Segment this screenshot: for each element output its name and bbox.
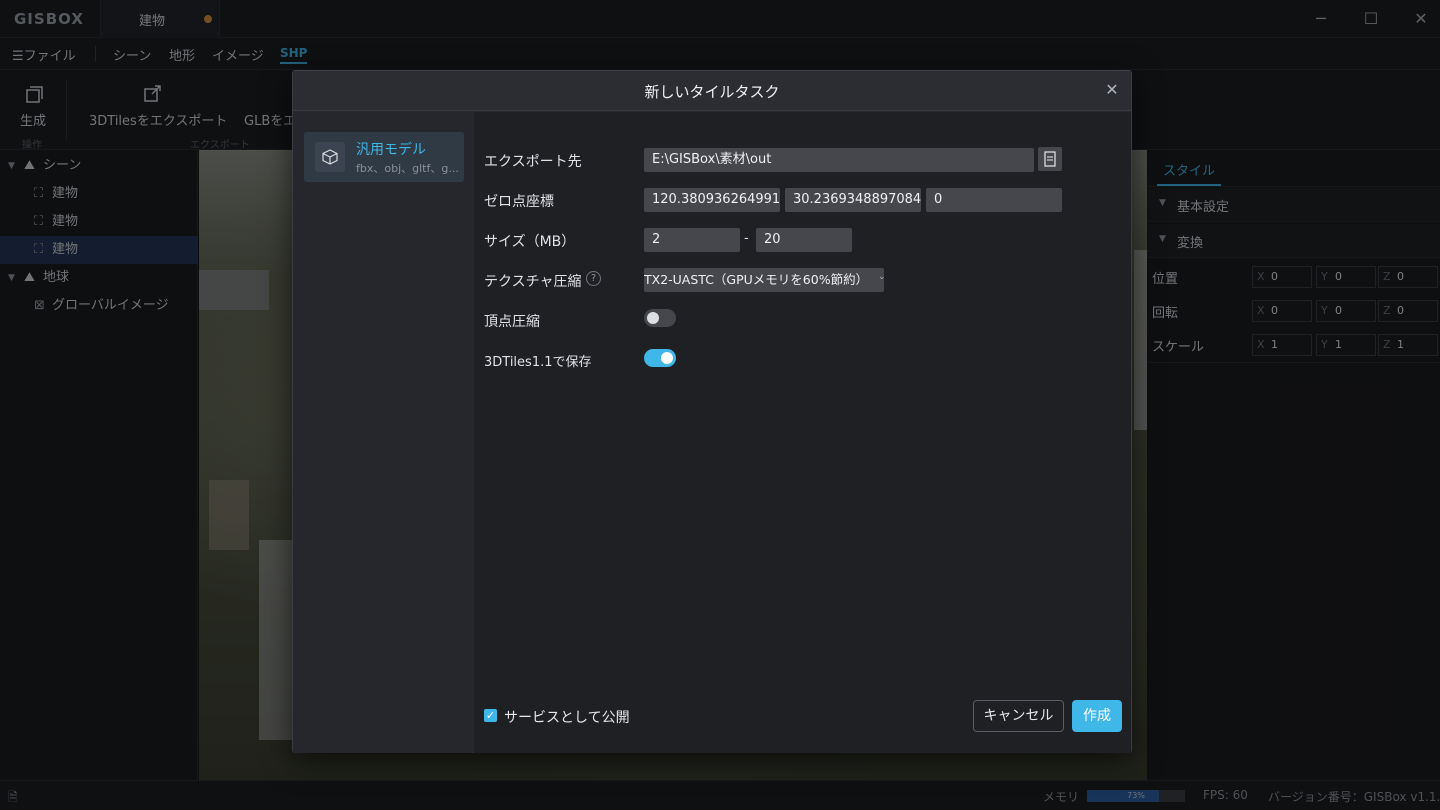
publish-service-checkbox[interactable]: ✓ bbox=[484, 709, 497, 722]
generic-model-option[interactable]: 汎用モデル fbx、obj、gltf、g... bbox=[304, 132, 464, 182]
new-tile-task-dialog: 新しいタイルタスク ✕ 汎用モデル fbx、obj、gltf、g... エクスポ… bbox=[292, 70, 1132, 753]
size-label: サイズ（MB） bbox=[484, 234, 576, 250]
save-3dtiles11-label: 3DTiles1.1で保存 bbox=[484, 355, 592, 370]
model-type-sidebar: 汎用モデル fbx、obj、gltf、g... bbox=[293, 112, 473, 753]
vertex-compression-toggle[interactable] bbox=[644, 309, 676, 327]
dialog-title: 新しいタイルタスク bbox=[644, 83, 780, 101]
save-3dtiles11-toggle[interactable] bbox=[644, 349, 676, 367]
vertex-compression-label: 頂点圧縮 bbox=[484, 314, 540, 330]
export-path-input[interactable]: E:\GISBox\素材\out bbox=[644, 148, 1034, 172]
dialog-close-button[interactable]: ✕ bbox=[1101, 79, 1123, 101]
create-button[interactable]: 作成 bbox=[1072, 700, 1122, 732]
cube-icon bbox=[315, 142, 345, 172]
toggle-knob bbox=[661, 352, 673, 364]
zero-point-z-input[interactable]: 0 bbox=[926, 188, 1062, 212]
texture-compression-select[interactable]: TX2-UASTC（GPUメモリを60%節約） bbox=[644, 268, 884, 292]
zero-point-label: ゼロ点座標 bbox=[484, 194, 554, 210]
toggle-knob bbox=[647, 312, 659, 324]
size-separator: - bbox=[744, 231, 749, 246]
dialog-header: 新しいタイルタスク ✕ bbox=[293, 71, 1131, 111]
browse-folder-button[interactable] bbox=[1038, 147, 1062, 171]
file-icon bbox=[1044, 151, 1056, 167]
dialog-form: エクスポート先 E:\GISBox\素材\out ゼロ点座標 120.38093… bbox=[474, 112, 1131, 753]
generic-model-title: 汎用モデル bbox=[356, 142, 426, 158]
publish-service-label: サービスとして公開 bbox=[504, 710, 630, 726]
chevron-down-icon: ⌄ bbox=[878, 272, 886, 282]
texture-compression-label: テクスチャ圧縮 bbox=[484, 274, 582, 290]
zero-point-y-input[interactable]: 30.23693488970842 bbox=[785, 188, 921, 212]
cancel-button[interactable]: キャンセル bbox=[973, 700, 1064, 732]
size-max-input[interactable]: 20 bbox=[756, 228, 852, 252]
help-icon[interactable]: ? bbox=[586, 271, 601, 286]
export-path-label: エクスポート先 bbox=[484, 154, 582, 170]
size-min-input[interactable]: 2 bbox=[644, 228, 740, 252]
generic-model-formats: fbx、obj、gltf、g... bbox=[356, 162, 459, 175]
texture-compression-value: TX2-UASTC（GPUメモリを60%節約） bbox=[644, 272, 869, 287]
zero-point-x-input[interactable]: 120.38093626499176 bbox=[644, 188, 780, 212]
